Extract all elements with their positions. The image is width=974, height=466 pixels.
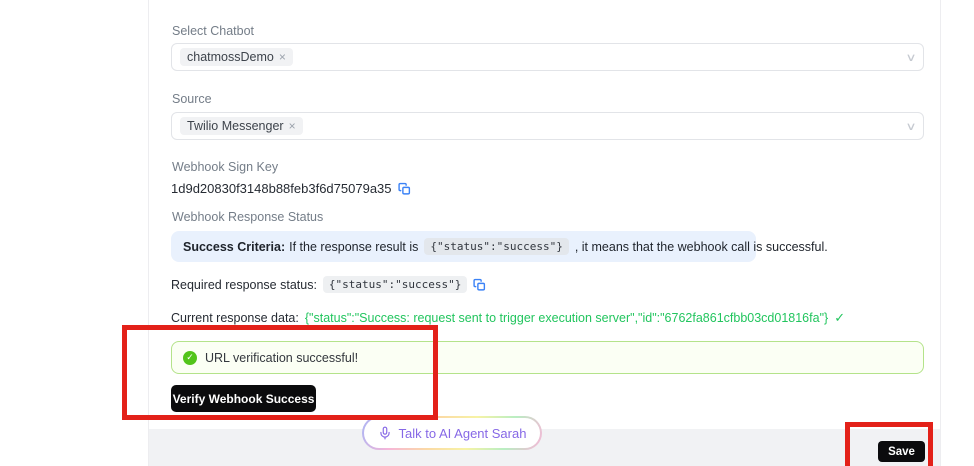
webhook-response-status-label: Webhook Response Status [172, 210, 323, 224]
microphone-icon [378, 425, 392, 441]
copy-icon[interactable] [398, 182, 411, 196]
required-response-label: Required response status: [171, 278, 317, 292]
url-verification-alert: ✓ URL verification successful! [171, 341, 924, 374]
source-label: Source [172, 92, 212, 106]
current-response-value: {"status":"Success: request sent to trig… [305, 311, 828, 325]
source-input[interactable]: Twilio Messenger × ∨ [171, 112, 924, 140]
success-circle-check-icon: ✓ [183, 351, 197, 365]
select-chatbot-label: Select Chatbot [172, 24, 254, 38]
remove-tag-icon[interactable]: × [289, 119, 296, 133]
current-response-label: Current response data: [171, 311, 299, 325]
chatbot-tag: chatmossDemo × [180, 48, 293, 66]
chevron-down-icon[interactable]: ∨ [905, 51, 916, 64]
webhook-sign-key-label: Webhook Sign Key [172, 160, 278, 174]
success-criteria-code: {"status":"success"} [424, 238, 568, 255]
chevron-down-icon[interactable]: ∨ [905, 120, 916, 133]
talk-to-ai-agent-label: Talk to AI Agent Sarah [399, 426, 527, 441]
source-tag: Twilio Messenger × [180, 117, 303, 135]
select-chatbot-input[interactable]: chatmossDemo × ∨ [171, 43, 924, 71]
required-response-code: {"status":"success"} [323, 276, 467, 293]
copy-icon[interactable] [473, 278, 486, 292]
webhook-settings-panel: Select Chatbot chatmossDemo × ∨ Source T… [148, 0, 941, 466]
source-tag-label: Twilio Messenger [187, 119, 284, 133]
success-criteria-text-pre: If the response result is [289, 240, 418, 254]
remove-tag-icon[interactable]: × [279, 50, 286, 64]
url-verification-text: URL verification successful! [205, 351, 358, 365]
verify-webhook-success-button[interactable]: Verify Webhook Success [171, 385, 316, 412]
success-criteria-infobox: Success Criteria: If the response result… [171, 231, 756, 262]
save-button[interactable]: Save [878, 441, 925, 462]
chatbot-tag-label: chatmossDemo [187, 50, 274, 64]
success-check-icon: ✓ [834, 310, 845, 326]
talk-to-ai-agent-button[interactable]: Talk to AI Agent Sarah [362, 416, 542, 450]
footer-bar [149, 429, 940, 466]
success-criteria-bold: Success Criteria: [183, 240, 285, 254]
success-criteria-text-post: , it means that the webhook call is succ… [575, 240, 828, 254]
webhook-sign-key-value: 1d9d20830f3148b88feb3f6d75079a35 [171, 181, 392, 196]
